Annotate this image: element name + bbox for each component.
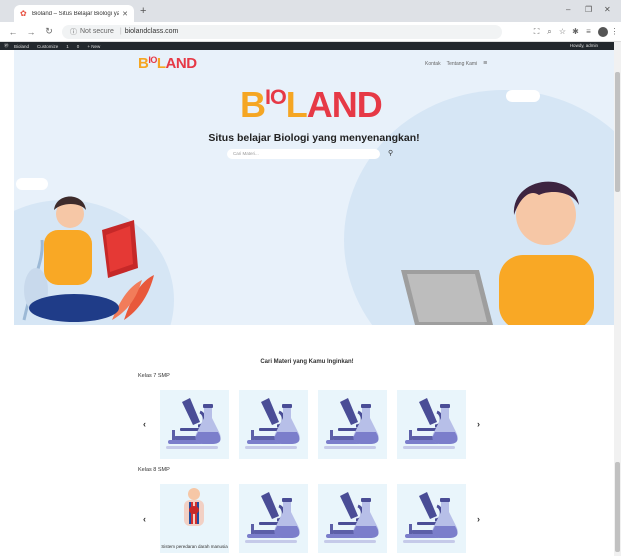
browser-toolbar: ← → ↻ ⓘ Not secure | biolandclass.com ⛶ … <box>0 22 621 42</box>
translate-icon[interactable]: ⛶ <box>530 27 543 37</box>
adminbar-howdy[interactable]: Howdy, admin <box>570 43 598 48</box>
microscope-flask-icon <box>403 492 458 543</box>
circulatory-system-icon <box>184 488 204 526</box>
bookmark-star-icon[interactable]: ☆ <box>556 27 569 36</box>
microscope-flask-icon <box>166 398 221 449</box>
wp-logo-icon[interactable]: Ⓦ <box>4 43 9 49</box>
scrollbar-thumb-lower[interactable] <box>615 462 620 552</box>
next-arrow-kelas-8[interactable]: › <box>477 514 480 524</box>
bioland-favicon-icon: ✿ <box>20 8 27 18</box>
adminbar-updates[interactable]: 1 <box>66 44 69 49</box>
adminbar-new[interactable]: + New <box>87 44 100 49</box>
info-icon[interactable]: ⓘ <box>70 27 77 37</box>
microscope-flask-icon <box>324 398 379 449</box>
group-label-kelas-7: Kelas 7 SMP <box>138 373 170 379</box>
hero-tagline: Situs belajar Biologi yang menyenangkan! <box>208 132 420 144</box>
zoom-icon[interactable]: ⌕ <box>543 27 556 37</box>
search-input[interactable]: Cari Materi... <box>227 149 380 159</box>
nav-about[interactable]: Tentang Kami <box>447 61 478 67</box>
material-card[interactable] <box>239 484 308 553</box>
window-close-icon[interactable]: ✕ <box>604 5 611 14</box>
new-tab-button[interactable]: + <box>140 6 146 17</box>
materials-title: Cari Materi yang Kamu Inginkan! <box>260 359 354 365</box>
minimize-icon[interactable]: – <box>566 5 570 14</box>
prev-arrow-kelas-7[interactable]: ‹ <box>143 419 146 429</box>
reading-list-icon[interactable]: ≡ <box>582 27 595 36</box>
hero-logo: BIOLAND <box>240 84 383 125</box>
nav-contact[interactable]: Kontak <box>425 61 441 67</box>
scrollbar-thumb[interactable] <box>615 72 620 192</box>
prev-arrow-kelas-8[interactable]: ‹ <box>143 514 146 524</box>
cloud-right <box>506 90 540 102</box>
group-label-kelas-8: Kelas 8 SMP <box>138 467 170 473</box>
reload-icon[interactable]: ↻ <box>44 26 54 37</box>
close-tab-icon[interactable]: ✕ <box>122 10 128 18</box>
material-card[interactable] <box>318 390 387 459</box>
material-card[interactable] <box>318 484 387 553</box>
microscope-flask-icon <box>324 492 379 543</box>
card-caption: Sistem peredaran darah manusia <box>161 544 228 549</box>
tab-title: Bioland – Situs Belajar Biologi ya... <box>32 10 120 17</box>
forward-icon[interactable]: → <box>26 27 36 37</box>
menu-kebab-icon[interactable]: ⋮ <box>608 27 621 36</box>
microscope-flask-icon <box>245 398 300 449</box>
wp-admin-bar: Ⓦ Bioland Customize 1 0 + New Howdy, adm… <box>0 42 614 50</box>
microscope-flask-icon <box>245 492 300 543</box>
extensions-icon[interactable]: ✱ <box>569 27 582 36</box>
browser-tab[interactable]: ✿ Bioland – Situs Belajar Biologi ya... … <box>14 5 134 22</box>
adminbar-customize[interactable]: Customize <box>37 44 58 49</box>
maximize-icon[interactable]: ❐ <box>585 5 592 14</box>
boy-laptop-illustration <box>401 181 594 325</box>
site-logo[interactable]: BIOLAND <box>138 55 197 72</box>
top-nav: Kontak Tentang Kami ≡ <box>425 60 487 67</box>
material-card[interactable] <box>397 390 466 459</box>
hamburger-menu-icon[interactable]: ≡ <box>483 60 487 67</box>
search-icon[interactable]: ⚲ <box>388 149 393 157</box>
address-separator: | <box>119 28 122 35</box>
address-bar[interactable]: ⓘ Not secure | biolandclass.com <box>62 24 502 39</box>
adminbar-site[interactable]: Bioland <box>14 44 29 49</box>
boy-reading-illustration <box>22 196 154 322</box>
next-arrow-kelas-7[interactable]: › <box>477 419 480 429</box>
material-card[interactable] <box>160 390 229 459</box>
microscope-flask-icon <box>403 398 458 449</box>
url-text: biolandclass.com <box>124 28 179 35</box>
material-card[interactable] <box>397 484 466 553</box>
security-label: Not secure <box>80 28 114 35</box>
back-icon[interactable]: ← <box>8 27 18 37</box>
material-card-circulatory[interactable]: Sistem peredaran darah manusia <box>160 484 229 553</box>
page-scrollbar[interactable] <box>614 42 621 556</box>
material-card[interactable] <box>239 390 308 459</box>
adminbar-comments[interactable]: 0 <box>77 44 80 49</box>
profile-avatar[interactable] <box>598 26 608 37</box>
hero-section: BIOLAND Kontak Tentang Kami ≡ BIOLAND Si… <box>14 50 614 325</box>
browser-tabbar: ✿ Bioland – Situs Belajar Biologi ya... … <box>0 0 621 22</box>
